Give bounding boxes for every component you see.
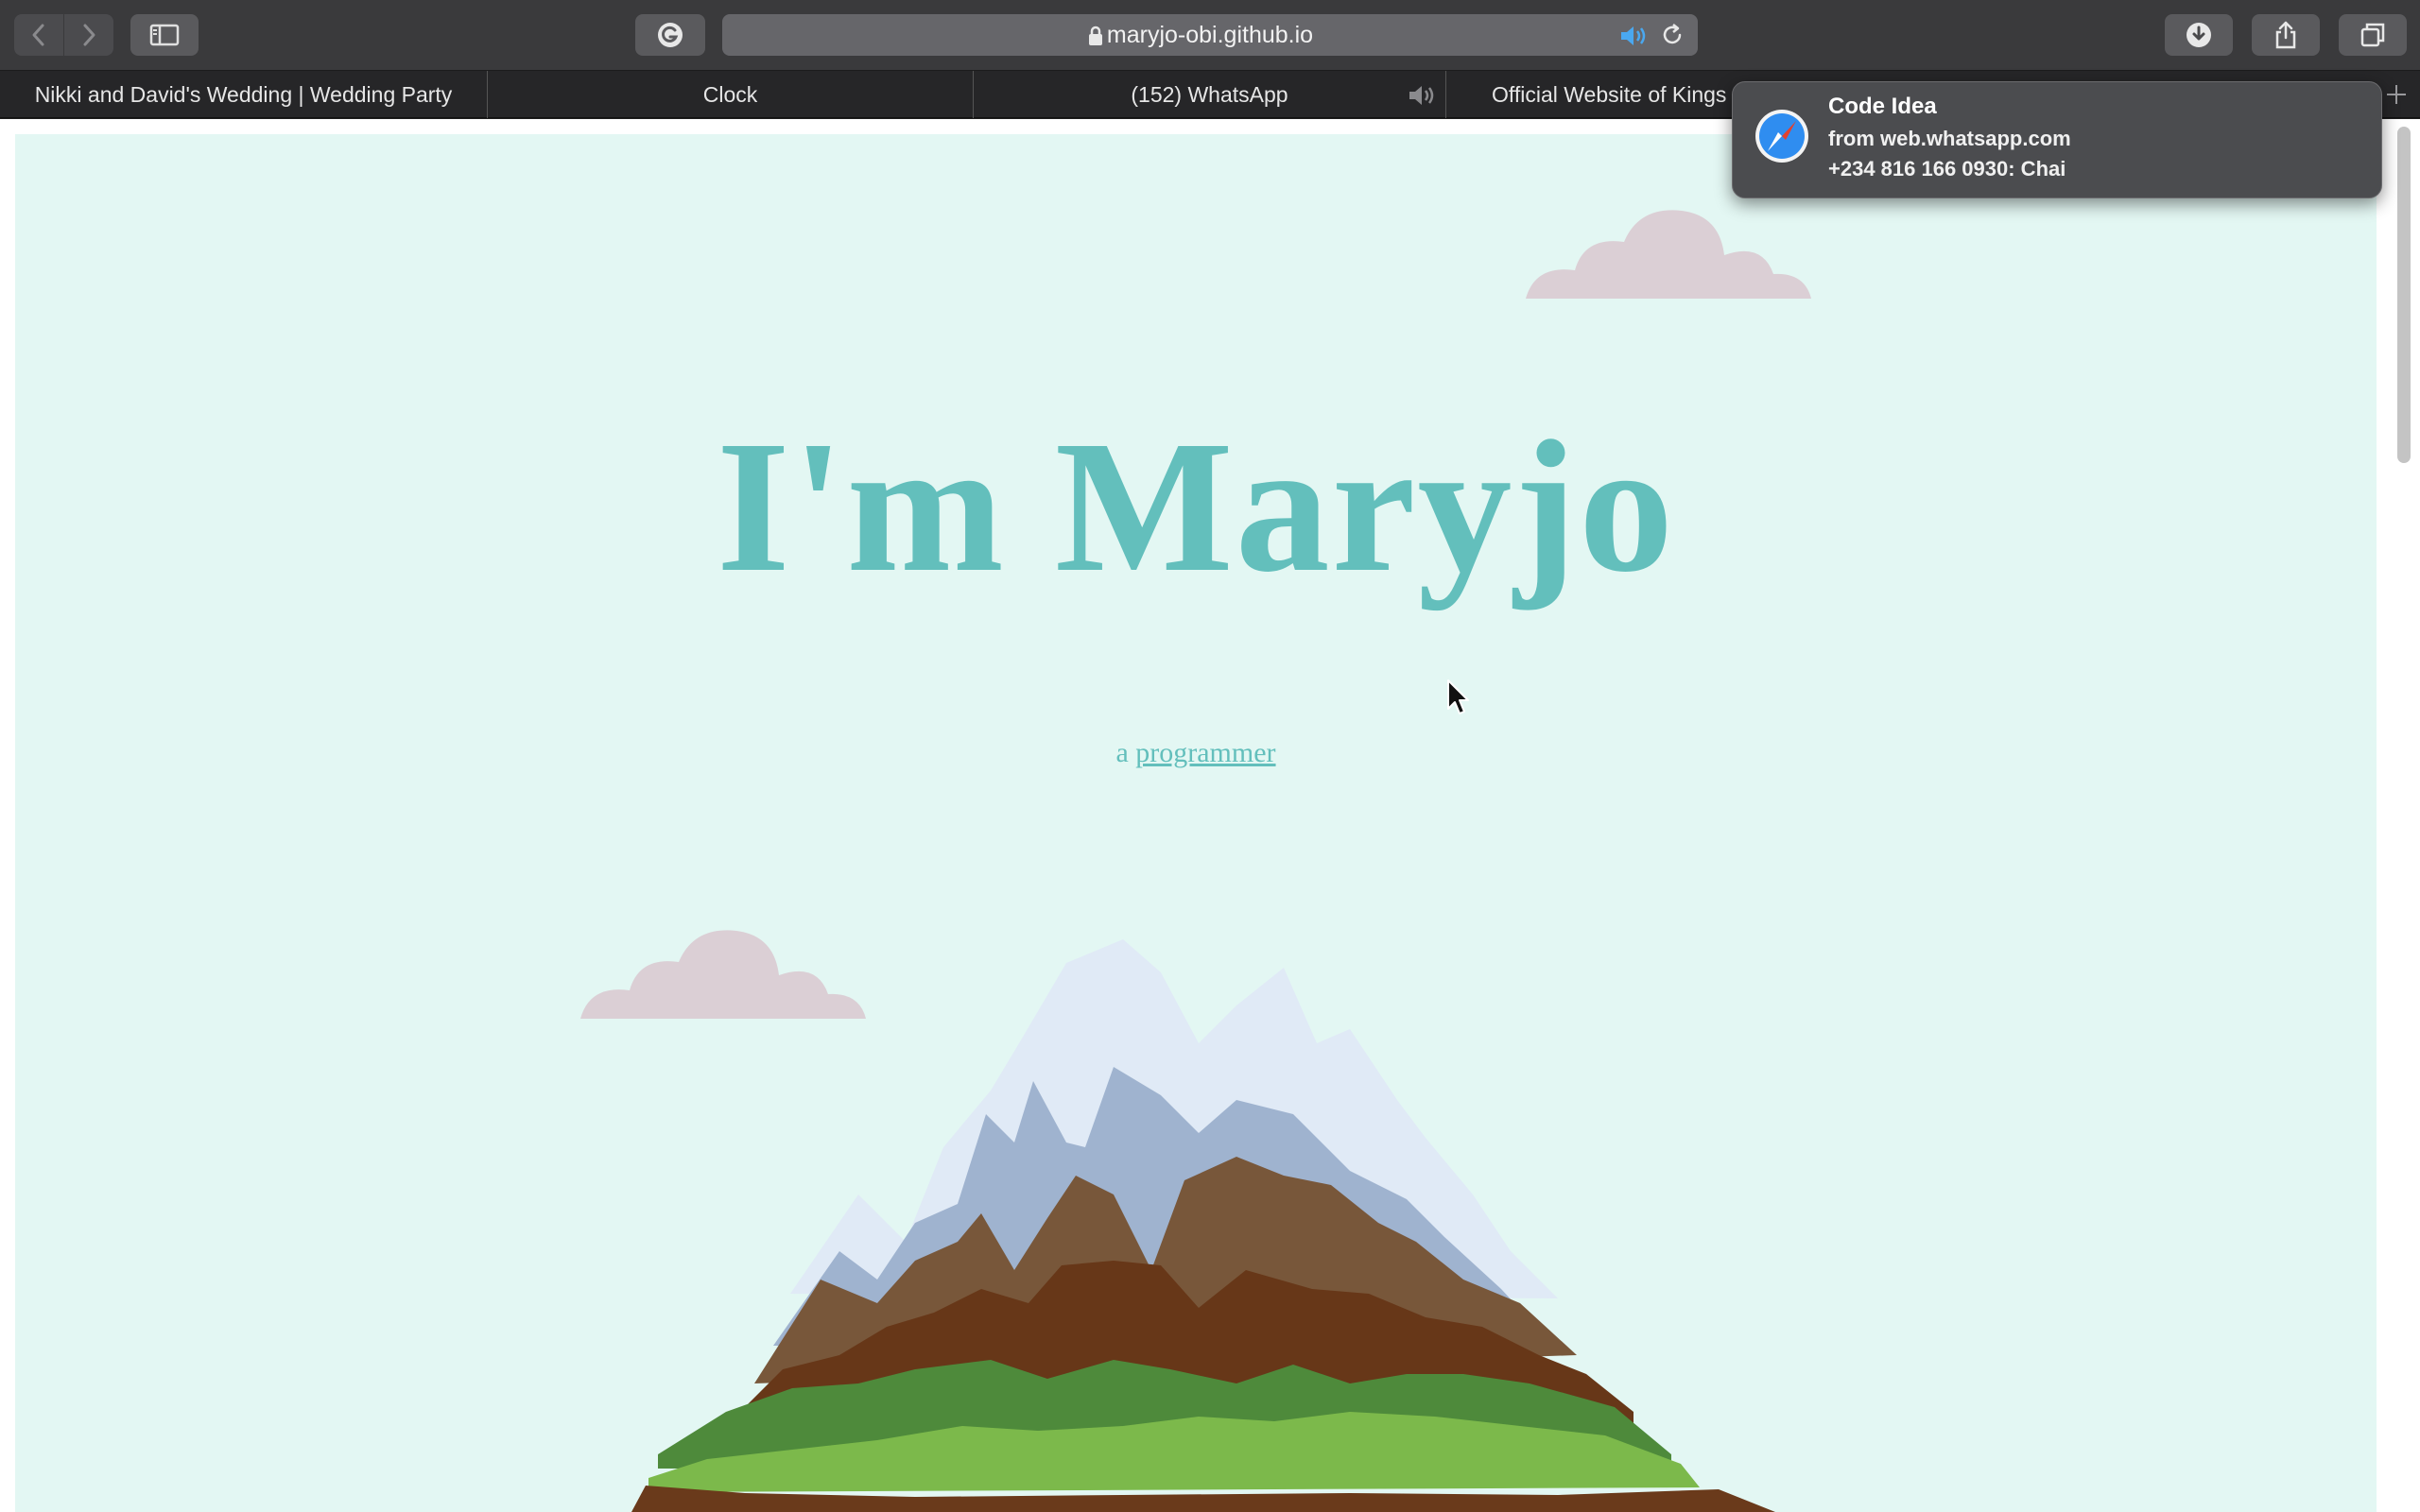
tab-title: (152) WhatsApp	[1131, 82, 1288, 107]
mountain-illustration	[631, 939, 1775, 1512]
tab-title: Official Website of Kings	[1492, 82, 1727, 107]
tab-title: Nikki and David's Wedding | Wedding Part…	[34, 82, 453, 107]
chevron-left-icon	[32, 24, 44, 46]
web-viewport: I'm Maryjo a programmer	[0, 119, 2420, 1512]
speaker-icon[interactable]	[1618, 24, 1651, 48]
address-bar[interactable]: maryjo-obi.github.io	[722, 14, 1698, 56]
plus-icon	[2387, 85, 2406, 104]
tab-overview-button[interactable]	[2339, 14, 2407, 56]
sidebar-icon	[149, 24, 180, 46]
hero-title: I'm Maryjo	[716, 403, 1676, 611]
tabs-overview-icon	[2360, 23, 2385, 47]
forward-button[interactable]	[64, 14, 113, 56]
back-button[interactable]	[14, 14, 63, 56]
tab-whatsapp[interactable]: (152) WhatsApp	[974, 71, 1446, 118]
notification-title: Code Idea	[1828, 94, 1937, 119]
hero-section: I'm Maryjo a programmer	[15, 134, 2377, 1512]
tab-clock[interactable]: Clock	[488, 71, 974, 118]
reload-icon[interactable]	[1660, 23, 1685, 47]
notification-source: from web.whatsapp.com	[1828, 127, 2071, 150]
downloads-button[interactable]	[2165, 14, 2233, 56]
programmer-link[interactable]: programmer	[1135, 737, 1275, 768]
cloud-illustration	[1526, 210, 1811, 299]
share-icon	[2275, 21, 2296, 49]
navigation-buttons	[14, 14, 113, 56]
tab-title: Clock	[702, 82, 758, 107]
chevron-right-icon	[83, 24, 95, 46]
notification-banner[interactable]: Code Idea from web.whatsapp.com +234 816…	[1732, 81, 2382, 198]
mouse-cursor-icon	[1447, 679, 1469, 714]
hero-subtitle: a programmer	[15, 737, 2377, 769]
safari-compass-icon	[1755, 110, 1808, 163]
browser-toolbar: maryjo-obi.github.io	[0, 0, 2420, 71]
scrollbar-thumb[interactable]	[2397, 127, 2411, 463]
download-icon	[2187, 23, 2211, 47]
notification-body: +234 816 166 0930: Chai	[1828, 157, 2066, 180]
subtitle-prefix: a	[1115, 737, 1129, 768]
address-url: maryjo-obi.github.io	[1106, 22, 1314, 48]
extension-button[interactable]	[635, 14, 705, 56]
grammarly-icon	[658, 23, 683, 47]
tab-wedding[interactable]: Nikki and David's Wedding | Wedding Part…	[0, 71, 488, 118]
speaker-icon[interactable]	[1407, 83, 1439, 108]
share-button[interactable]	[2252, 14, 2320, 56]
sidebar-button[interactable]	[130, 14, 199, 56]
